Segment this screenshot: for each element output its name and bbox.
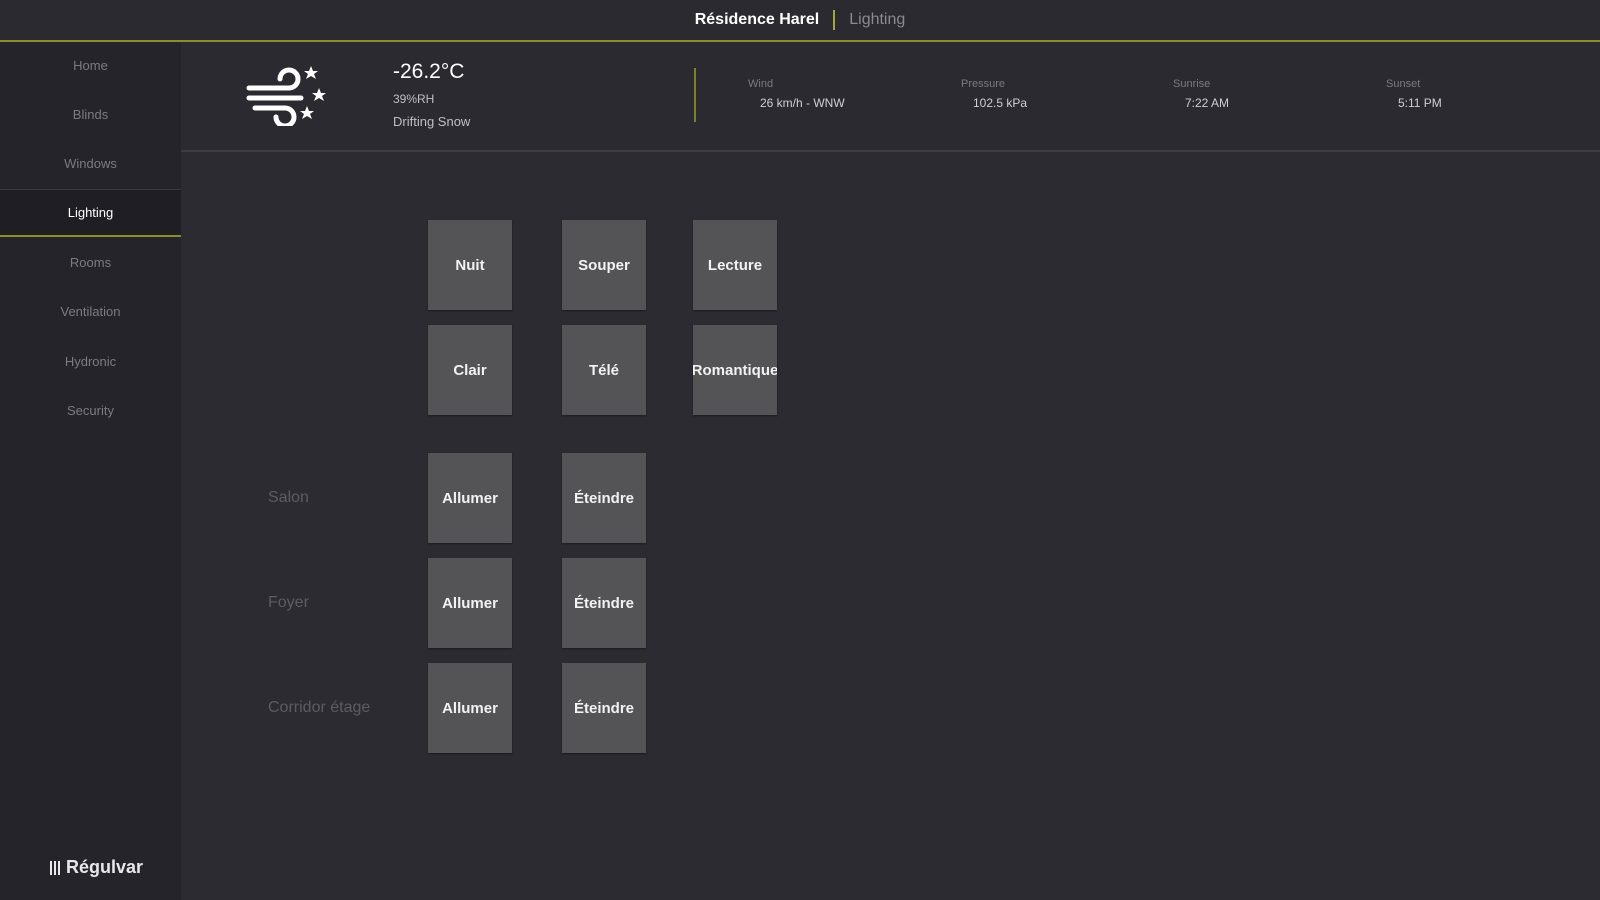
room-label-foyer: Foyer bbox=[268, 594, 309, 611]
stat-sunrise-label: Sunrise bbox=[1173, 78, 1211, 90]
stat-pressure-label: Pressure bbox=[961, 78, 1006, 90]
salon-on-button[interactable]: Allumer bbox=[428, 453, 512, 543]
stat-wind-label: Wind bbox=[748, 78, 774, 90]
sidebar-item-hydronic[interactable]: Hydronic bbox=[0, 338, 181, 384]
scene-tele-button[interactable]: Télé bbox=[562, 325, 646, 415]
stat-sunrise-value: 7:22 AM bbox=[1185, 96, 1230, 110]
weather-condition: Drifting Snow bbox=[393, 114, 471, 129]
corridor-etage-on-button[interactable]: Allumer bbox=[428, 663, 512, 753]
sidebar: Home Blinds Windows Lighting Rooms Venti… bbox=[0, 42, 181, 900]
scene-clair-button[interactable]: Clair bbox=[428, 325, 512, 415]
wind-snow-icon bbox=[246, 66, 326, 126]
app-title: Résidence Harel bbox=[694, 11, 820, 28]
stat-pressure-value: 102.5 kPa bbox=[973, 96, 1028, 110]
salon-off-button[interactable]: Éteindre bbox=[562, 453, 646, 543]
sidebar-item-rooms[interactable]: Rooms bbox=[0, 239, 181, 285]
brand-logo: Régulvar bbox=[50, 857, 143, 878]
brand-name: Régulvar bbox=[66, 857, 144, 877]
app-window: Résidence Harel Lighting Home Blinds Win… bbox=[0, 0, 1600, 900]
scene-nuit-button[interactable]: Nuit bbox=[428, 220, 512, 310]
stat-pressure: Pressure 102.5 kPa bbox=[961, 78, 1027, 110]
scene-romantique-button[interactable]: Romantique bbox=[693, 325, 777, 415]
sidebar-item-lighting[interactable]: Lighting bbox=[0, 189, 181, 237]
stat-sunset-label: Sunset bbox=[1386, 78, 1421, 90]
foyer-off-button[interactable]: Éteindre bbox=[562, 558, 646, 648]
brand-mark-icon bbox=[50, 860, 62, 875]
scene-lecture-button[interactable]: Lecture bbox=[693, 220, 777, 310]
title-separator bbox=[833, 10, 836, 30]
sidebar-item-windows[interactable]: Windows bbox=[0, 140, 181, 186]
stat-wind: Wind 26 km/h - WNW bbox=[748, 78, 845, 110]
room-label-corridor-etage: Corridor étage bbox=[268, 699, 371, 716]
weather-divider bbox=[694, 68, 696, 122]
stat-wind-value: 26 km/h - WNW bbox=[760, 96, 845, 110]
scene-souper-button[interactable]: Souper bbox=[562, 220, 646, 310]
stat-sunset: Sunset 5:11 PM bbox=[1386, 78, 1442, 110]
foyer-on-button[interactable]: Allumer bbox=[428, 558, 512, 648]
sidebar-item-security[interactable]: Security bbox=[0, 387, 181, 433]
sidebar-item-home[interactable]: Home bbox=[0, 42, 181, 88]
weather-panel: -26.2°C 39%RH Drifting Snow Wind 26 km/h… bbox=[181, 42, 1600, 152]
sidebar-item-blinds[interactable]: Blinds bbox=[0, 91, 181, 137]
sidebar-item-ventilation[interactable]: Ventilation bbox=[0, 288, 181, 334]
humidity: 39%RH bbox=[393, 92, 435, 106]
top-bar: Résidence Harel Lighting bbox=[0, 0, 1600, 42]
temperature: -26.2°C bbox=[393, 60, 465, 83]
room-label-salon: Salon bbox=[268, 489, 309, 506]
corridor-etage-off-button[interactable]: Éteindre bbox=[562, 663, 646, 753]
stat-sunset-value: 5:11 PM bbox=[1398, 96, 1442, 110]
stat-sunrise: Sunrise 7:22 AM bbox=[1173, 78, 1229, 110]
section-title: Lighting bbox=[849, 11, 906, 28]
